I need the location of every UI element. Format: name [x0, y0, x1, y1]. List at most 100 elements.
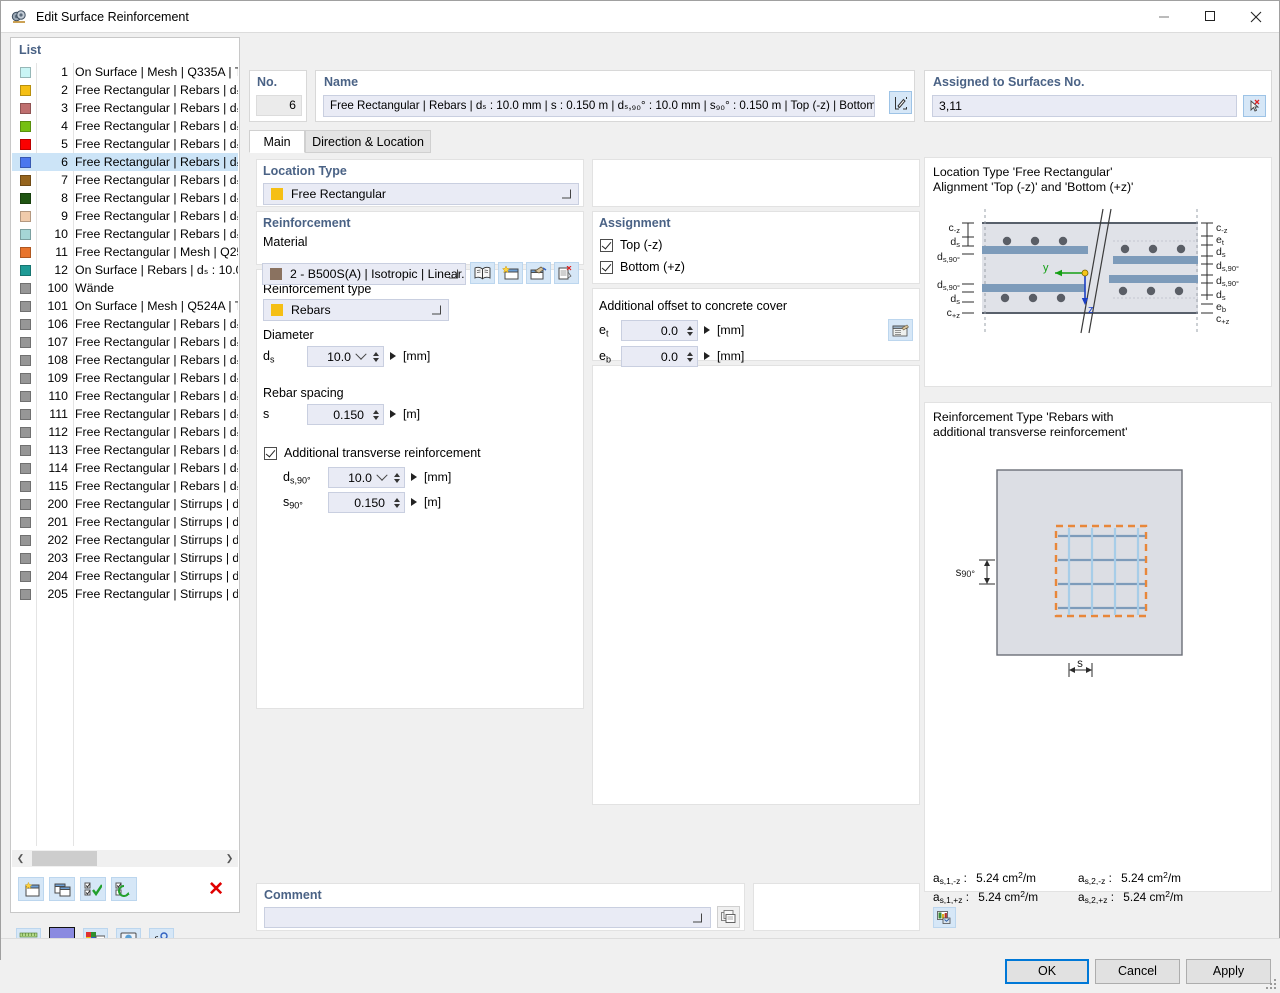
- scroll-left-icon[interactable]: ❮: [12, 850, 29, 867]
- scrollbar-thumb[interactable]: [32, 851, 97, 866]
- list-item[interactable]: 113 Free Rectangular | Rebars | dₛ : 14.0: [12, 441, 238, 459]
- list-item[interactable]: 2 Free Rectangular | Rebars | dₛ : 10.0: [12, 81, 238, 99]
- transverse-diameter-input[interactable]: 10.0: [328, 467, 405, 488]
- resize-grip[interactable]: [1265, 978, 1277, 990]
- delete-material-icon[interactable]: [554, 262, 579, 284]
- comment-input[interactable]: [264, 907, 711, 928]
- maximize-button[interactable]: [1187, 1, 1233, 32]
- scroll-right-icon[interactable]: ❯: [221, 850, 238, 867]
- list-item[interactable]: 3 Free Rectangular | Rebars | dₛ : 10.0: [12, 99, 238, 117]
- svg-text:ds,90°: ds,90°: [937, 279, 960, 292]
- et-apply-icon[interactable]: [704, 326, 710, 334]
- list-item[interactable]: 114 Free Rectangular | Rebars | dₛ : 14.0: [12, 459, 238, 477]
- list-item-color-swatch: [20, 462, 31, 474]
- dialog-footer: OK Cancel Apply: [1, 938, 1280, 993]
- transverse-diameter-apply-icon[interactable]: [411, 473, 417, 481]
- name-edit-icon[interactable]: [889, 91, 912, 114]
- ok-button[interactable]: OK: [1005, 959, 1089, 984]
- list-item[interactable]: 108 Free Rectangular | Rebars | dₛ : 14.0: [12, 351, 238, 369]
- chevron-down-icon[interactable]: [355, 348, 367, 364]
- tab-direction-location[interactable]: Direction & Location: [305, 130, 431, 153]
- rebar-spacing-input[interactable]: 0.150: [307, 404, 384, 425]
- et-spinner[interactable]: [684, 325, 695, 336]
- list-item[interactable]: 115 Free Rectangular | Rebars | dₛ : 14.0: [12, 477, 238, 495]
- rebar-spacing-spinner[interactable]: [370, 409, 381, 420]
- comment-copy-icon[interactable]: [717, 906, 740, 928]
- new-material-icon[interactable]: [498, 262, 523, 284]
- diameter-input[interactable]: 10.0: [307, 346, 384, 367]
- list-item[interactable]: 107 Free Rectangular | Rebars | dₛ : 14.0: [12, 333, 238, 351]
- et-input[interactable]: 0.0: [621, 320, 698, 341]
- diameter-apply-icon[interactable]: [390, 352, 396, 360]
- result-details-icon[interactable]: [933, 907, 956, 928]
- cancel-button[interactable]: Cancel: [1095, 959, 1180, 984]
- list-item[interactable]: 10 Free Rectangular | Rebars | dₛ : 10.0: [12, 225, 238, 243]
- apply-button[interactable]: Apply: [1186, 959, 1271, 984]
- invert-selection-icon[interactable]: [111, 877, 137, 901]
- list-item[interactable]: 12 On Surface | Rebars | dₛ : 10.0 mm |: [12, 261, 238, 279]
- material-library-icon[interactable]: [470, 262, 495, 284]
- list-item[interactable]: 204 Free Rectangular | Stirrups | dₛ,ₛₜ :…: [12, 567, 238, 585]
- eb-input[interactable]: 0.0: [621, 346, 698, 367]
- list-item[interactable]: 1 On Surface | Mesh | Q335A | Top (-z: [12, 63, 238, 81]
- assignment-bottom-row[interactable]: Bottom (+z): [600, 260, 685, 274]
- list-item[interactable]: 106 Free Rectangular | Rebars | dₛ : 14.0: [12, 315, 238, 333]
- name-input[interactable]: Free Rectangular | Rebars | dₛ : 10.0 mm…: [323, 95, 875, 117]
- close-button[interactable]: [1233, 1, 1279, 32]
- list-item[interactable]: 11 Free Rectangular | Mesh | Q257A |: [12, 243, 238, 261]
- svg-text:ds,90°: ds,90°: [937, 251, 960, 264]
- additional-transverse-checkbox[interactable]: [264, 446, 277, 460]
- assignment-top-row[interactable]: Top (-z): [600, 238, 662, 252]
- edit-material-icon[interactable]: [526, 262, 551, 284]
- list-item[interactable]: 205 Free Rectangular | Stirrups | dₛ,ₛₜ :…: [12, 585, 238, 603]
- chevron-down-icon[interactable]: [693, 913, 702, 922]
- minimize-button[interactable]: [1141, 1, 1187, 32]
- eb-apply-icon[interactable]: [704, 352, 710, 360]
- list-item[interactable]: 9 Free Rectangular | Rebars | dₛ : 10.0: [12, 207, 238, 225]
- list-item[interactable]: 110 Free Rectangular | Rebars | dₛ : 10.0: [12, 387, 238, 405]
- list-item[interactable]: 5 Free Rectangular | Rebars | dₛ : 10.0: [12, 135, 238, 153]
- reinforcement-type-combo[interactable]: Rebars: [263, 299, 449, 321]
- list-item[interactable]: 8 Free Rectangular | Rebars | dₛ : 10.0: [12, 189, 238, 207]
- assigned-surfaces-input[interactable]: 3,11: [932, 95, 1237, 117]
- rebar-spacing-apply-icon[interactable]: [390, 410, 396, 418]
- list-item-number: 6: [61, 155, 68, 169]
- list-item[interactable]: 111 Free Rectangular | Rebars | dₛ : 8.0: [12, 405, 238, 423]
- list-item-number: 10: [54, 227, 68, 241]
- new-item-icon[interactable]: [18, 877, 44, 901]
- transverse-diameter-spinner[interactable]: [391, 472, 402, 483]
- eb-spinner[interactable]: [684, 351, 695, 362]
- additional-transverse-checkbox-row[interactable]: Additional transverse reinforcement: [264, 446, 481, 460]
- list-item[interactable]: 201 Free Rectangular | Stirrups | dₛ,ₛₜ :…: [12, 513, 238, 531]
- assignment-bottom-checkbox[interactable]: [600, 260, 613, 274]
- copy-item-icon[interactable]: [49, 877, 75, 901]
- assignment-top-checkbox[interactable]: [600, 238, 613, 252]
- select-all-icon[interactable]: [80, 877, 106, 901]
- list-horizontal-scrollbar[interactable]: ❮ ❯: [12, 850, 238, 867]
- delete-item-icon[interactable]: ✕: [208, 880, 224, 899]
- transverse-spacing-input[interactable]: 0.150: [328, 492, 405, 513]
- diameter-spinner[interactable]: [370, 351, 381, 362]
- list-item[interactable]: 4 Free Rectangular | Rebars | dₛ : 10.0: [12, 117, 238, 135]
- result-symbol: as,1,+z :: [933, 889, 969, 905]
- list-item[interactable]: 6 Free Rectangular | Rebars | dₛ : 10.0: [12, 153, 238, 171]
- tab-main[interactable]: Main: [249, 130, 305, 153]
- material-combo[interactable]: 2 - B500S(A) | Isotropic | Linear...: [262, 263, 466, 285]
- select-objects-icon[interactable]: [1243, 95, 1266, 117]
- list-item[interactable]: 203 Free Rectangular | Stirrups | dₛ,ₛₜ :…: [12, 549, 238, 567]
- location-type-combo[interactable]: Free Rectangular: [263, 183, 579, 205]
- reinforcement-list[interactable]: 1 On Surface | Mesh | Q335A | Top (-z 2 Fre…: [12, 63, 238, 846]
- list-item[interactable]: 200 Free Rectangular | Stirrups | dₛ,ₛₜ :…: [12, 495, 238, 513]
- list-item[interactable]: 109 Free Rectangular | Rebars | dₛ : 14.0: [12, 369, 238, 387]
- number-value[interactable]: 6: [256, 95, 302, 116]
- list-item[interactable]: 100 Wände: [12, 279, 238, 297]
- transverse-spacing-spinner[interactable]: [391, 497, 402, 508]
- list-item[interactable]: 112 Free Rectangular | Rebars | dₛ : 14.0: [12, 423, 238, 441]
- list-item[interactable]: 101 On Surface | Mesh | Q524A | Top (-z: [12, 297, 238, 315]
- concrete-cover-icon[interactable]: [888, 319, 913, 341]
- chevron-down-icon[interactable]: [376, 469, 388, 485]
- list-item-color-swatch: [20, 174, 31, 186]
- list-item[interactable]: 202 Free Rectangular | Stirrups | dₛ,ₛₜ :…: [12, 531, 238, 549]
- transverse-spacing-apply-icon[interactable]: [411, 498, 417, 506]
- list-item[interactable]: 7 Free Rectangular | Rebars | dₛ : 10.0: [12, 171, 238, 189]
